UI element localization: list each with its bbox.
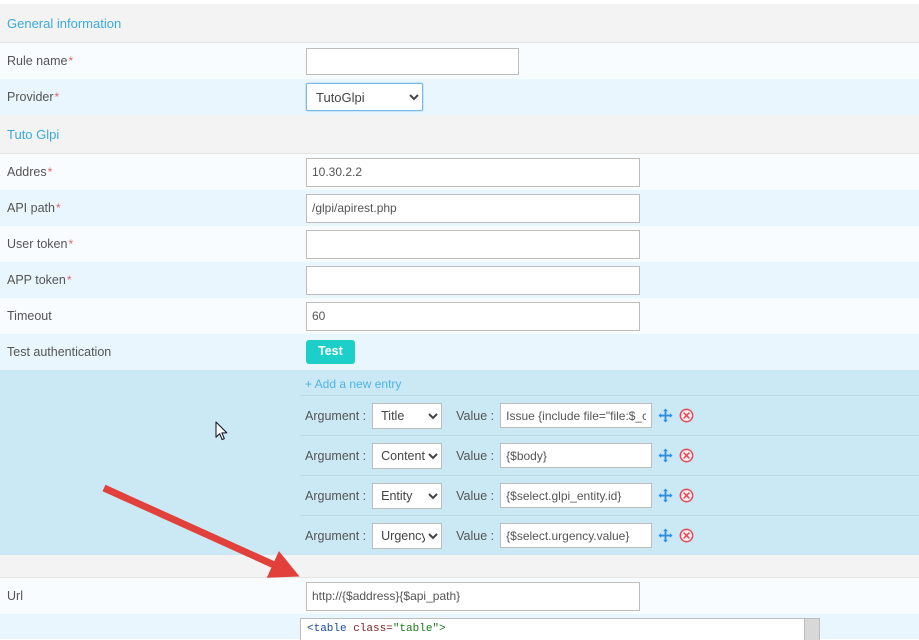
label-timeout-text: Timeout: [7, 309, 52, 323]
argument-row: Argument : Content Value :: [300, 435, 919, 475]
control-address: [306, 157, 919, 187]
app-token-input[interactable]: [306, 265, 640, 295]
test-button[interactable]: Test: [306, 340, 355, 364]
field-row-api-path: API path*: [0, 190, 919, 226]
label-test-auth-text: Test authentication: [7, 345, 112, 359]
field-row-rule-name: Rule name*: [0, 43, 919, 79]
argument-label: Argument :: [305, 528, 367, 543]
value-label: Value :: [456, 488, 495, 503]
label-provider: Provider*: [6, 90, 306, 104]
required-marker-provider: *: [54, 90, 60, 104]
delete-circle-icon[interactable]: [679, 448, 694, 463]
section-spacer: [0, 555, 919, 578]
value-label: Value :: [456, 528, 495, 543]
move-arrows-icon[interactable]: [658, 448, 673, 463]
control-provider: TutoGlpi: [306, 83, 919, 111]
label-address: Addres*: [6, 165, 306, 179]
user-token-input[interactable]: [306, 229, 640, 259]
argument-select[interactable]: Content: [372, 442, 443, 469]
field-row-address: Addres*: [0, 154, 919, 190]
label-url-text: Url: [7, 589, 23, 603]
code-attr: class=: [346, 623, 393, 635]
argument-label: Argument :: [305, 488, 367, 503]
code-editor-row: <table class="table">: [0, 614, 919, 640]
argument-row: Argument : Entity Value :: [300, 475, 919, 515]
label-address-text: Addres: [7, 165, 47, 179]
move-arrows-icon[interactable]: [658, 488, 673, 503]
argument-row: Argument : Title Value :: [300, 395, 919, 435]
url-input[interactable]: [306, 581, 640, 611]
label-rule-name-text: Rule name: [7, 54, 68, 68]
field-row-app-token: APP token*: [0, 262, 919, 298]
delete-circle-icon[interactable]: [679, 488, 694, 503]
label-rule-name: Rule name*: [6, 54, 306, 68]
timeout-input[interactable]: [306, 301, 640, 331]
value-label: Value :: [456, 448, 495, 463]
html-template-editor[interactable]: <table class="table">: [300, 618, 820, 640]
argument-row: Argument : Urgency Value :: [300, 515, 919, 555]
section-header-general: General information: [0, 4, 919, 43]
required-marker-api-path: *: [55, 201, 61, 215]
label-test-auth: Test authentication: [6, 345, 306, 359]
argument-value-input[interactable]: [500, 523, 653, 548]
label-app-token-text: APP token: [7, 273, 66, 287]
arguments-inner: + Add a new entry Argument : Title Value…: [300, 370, 919, 555]
label-user-token-text: User token: [7, 237, 68, 251]
control-user-token: [306, 229, 919, 259]
required-marker-address: *: [47, 165, 53, 179]
argument-label: Argument :: [305, 448, 367, 463]
add-new-entry-link[interactable]: + Add a new entry: [300, 375, 919, 395]
value-label: Value :: [456, 408, 495, 423]
label-provider-text: Provider: [7, 90, 54, 104]
field-row-timeout: Timeout: [0, 298, 919, 334]
move-arrows-icon[interactable]: [658, 528, 673, 543]
label-url: Url: [6, 589, 306, 603]
control-timeout: [306, 301, 919, 331]
field-row-url: Url: [0, 578, 919, 614]
delete-circle-icon[interactable]: [679, 408, 694, 423]
argument-select[interactable]: Urgency: [372, 522, 443, 549]
required-marker-app-token: *: [66, 273, 72, 287]
control-rule-name: [306, 47, 919, 75]
label-timeout: Timeout: [6, 309, 306, 323]
arguments-panel: + Add a new entry Argument : Title Value…: [0, 370, 919, 555]
argument-select[interactable]: Title: [372, 402, 443, 429]
editor-scrollbar[interactable]: [804, 619, 819, 640]
delete-circle-icon[interactable]: [679, 528, 694, 543]
address-input[interactable]: [306, 157, 640, 187]
api-path-input[interactable]: [306, 193, 640, 223]
provider-select[interactable]: TutoGlpi: [306, 83, 423, 111]
control-url: [306, 581, 919, 611]
field-row-provider: Provider* TutoGlpi: [0, 79, 919, 115]
argument-value-input[interactable]: [500, 483, 653, 508]
argument-label: Argument :: [305, 408, 367, 423]
argument-select[interactable]: Entity: [372, 482, 443, 509]
field-row-test-auth: Test authentication Test: [0, 334, 919, 370]
field-row-user-token: User token*: [0, 226, 919, 262]
argument-value-input[interactable]: [500, 443, 653, 468]
label-api-path-text: API path: [7, 201, 55, 215]
code-string: "table">: [392, 623, 446, 635]
section-title-tuto-glpi: Tuto Glpi: [7, 126, 60, 142]
argument-value-input[interactable]: [500, 403, 653, 428]
required-marker-rule-name: *: [68, 54, 74, 68]
control-app-token: [306, 265, 919, 295]
section-header-tuto-glpi: Tuto Glpi: [0, 115, 919, 154]
rule-name-input[interactable]: [306, 47, 519, 75]
form-page: General information Rule name* Provider*…: [0, 0, 919, 640]
required-marker-user-token: *: [68, 237, 74, 251]
control-test-auth: Test: [306, 340, 919, 364]
section-title-general: General information: [7, 15, 122, 31]
label-app-token: APP token*: [6, 273, 306, 287]
label-user-token: User token*: [6, 237, 306, 251]
code-tag-open: <table: [307, 623, 347, 635]
label-api-path: API path*: [6, 201, 306, 215]
control-api-path: [306, 193, 919, 223]
move-arrows-icon[interactable]: [658, 408, 673, 423]
